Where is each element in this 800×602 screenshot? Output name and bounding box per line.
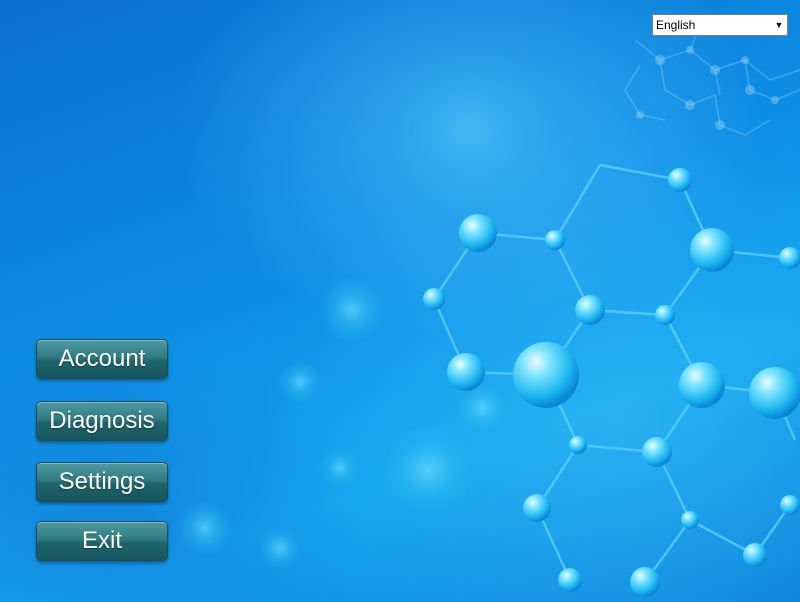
molecule-nodes — [423, 168, 800, 597]
exit-button[interactable]: Exit — [36, 521, 168, 561]
faint-hexagon-network — [624, 19, 800, 136]
background-molecule-art — [177, 19, 800, 597]
soft-glow-group — [177, 40, 560, 570]
diagnosis-button[interactable]: Diagnosis — [36, 401, 168, 441]
faint-hexagon-nodes — [636, 21, 779, 130]
language-dropdown-value: English — [656, 18, 696, 32]
dropdown-arrow-icon[interactable]: ▼ — [771, 16, 787, 34]
language-dropdown[interactable]: English ▼ — [652, 14, 788, 36]
account-button[interactable]: Account — [36, 339, 168, 379]
settings-button[interactable]: Settings — [36, 462, 168, 502]
